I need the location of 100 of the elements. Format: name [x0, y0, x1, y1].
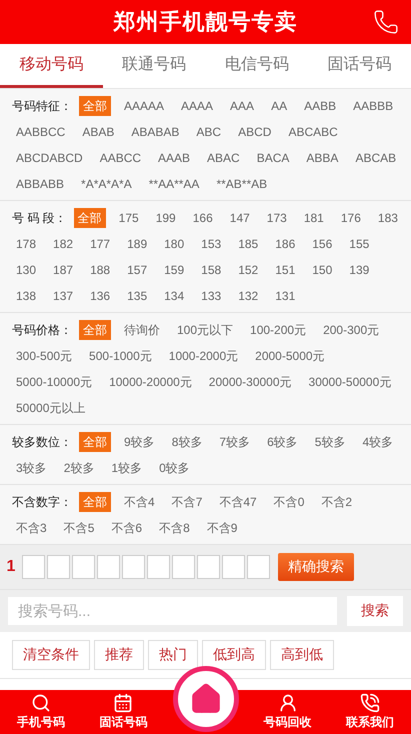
filter-option[interactable]: 30000-50000元: [304, 372, 396, 392]
filter-option[interactable]: ABAC: [203, 148, 244, 168]
filter-option[interactable]: 全部: [79, 96, 111, 116]
filter-option[interactable]: 135: [123, 286, 152, 306]
filter-option[interactable]: 7较多: [215, 432, 254, 452]
filter-option[interactable]: 全部: [79, 432, 111, 452]
filter-option[interactable]: 不含6: [107, 518, 146, 538]
filter-option[interactable]: 166: [188, 208, 217, 228]
filter-option[interactable]: 130: [12, 260, 40, 280]
filter-option[interactable]: 132: [234, 286, 262, 306]
digit-field[interactable]: [222, 555, 245, 579]
filter-option[interactable]: 199: [152, 208, 180, 228]
filter-option[interactable]: 147: [226, 208, 254, 228]
filter-option[interactable]: 300-500元: [12, 346, 76, 366]
filter-option[interactable]: 全部: [74, 208, 106, 228]
filter-option[interactable]: 153: [197, 234, 226, 254]
sort-button[interactable]: 高到低: [270, 640, 334, 670]
filter-option[interactable]: 不含7: [168, 492, 206, 512]
filter-option[interactable]: 187: [49, 260, 78, 280]
filter-option[interactable]: 156: [308, 234, 336, 254]
nav-item[interactable]: 号码回收: [246, 690, 329, 734]
filter-option[interactable]: 不含8: [155, 518, 194, 538]
digit-field[interactable]: [22, 555, 45, 579]
filter-option[interactable]: 189: [123, 234, 152, 254]
filter-option[interactable]: ABCDABCD: [12, 148, 87, 168]
filter-option[interactable]: 9较多: [120, 432, 159, 452]
filter-option[interactable]: 全部: [79, 320, 111, 340]
sort-button[interactable]: 低到高: [202, 640, 266, 670]
filter-option[interactable]: AAAB: [154, 148, 194, 168]
filter-option[interactable]: 182: [49, 234, 78, 254]
filter-option[interactable]: 131: [271, 286, 300, 306]
nav-item[interactable]: 手机号码: [0, 690, 82, 734]
filter-option[interactable]: 不含5: [60, 518, 98, 538]
filter-option[interactable]: AA: [267, 96, 292, 116]
filter-option[interactable]: 188: [86, 260, 114, 280]
filter-option[interactable]: 185: [234, 234, 262, 254]
filter-option[interactable]: 5000-10000元: [12, 372, 96, 392]
digit-field[interactable]: [247, 555, 270, 579]
filter-option[interactable]: 待询价: [120, 320, 164, 340]
filter-option[interactable]: AAAA: [177, 96, 218, 116]
search-field[interactable]: 搜索号码...: [8, 597, 337, 625]
filter-option[interactable]: 183: [374, 208, 402, 228]
filter-option[interactable]: 不含3: [12, 518, 51, 538]
filter-option[interactable]: 138: [12, 286, 40, 306]
filter-option[interactable]: 177: [86, 234, 114, 254]
phone-icon[interactable]: [373, 9, 399, 35]
filter-option[interactable]: 155: [345, 234, 374, 254]
filter-option[interactable]: 176: [336, 208, 365, 228]
digit-field[interactable]: [122, 555, 145, 579]
filter-option[interactable]: 2较多: [60, 458, 98, 478]
filter-option[interactable]: 200-300元: [319, 320, 384, 340]
sort-button[interactable]: 推荐: [94, 640, 144, 670]
filter-option[interactable]: ABAB: [78, 122, 118, 142]
search-button[interactable]: 搜索: [347, 596, 403, 626]
filter-option[interactable]: ABCAB: [351, 148, 400, 168]
filter-option[interactable]: 不含9: [202, 518, 242, 538]
filter-option[interactable]: 不含2: [317, 492, 356, 512]
filter-option[interactable]: 178: [12, 234, 40, 254]
filter-option[interactable]: 50000元以上: [12, 398, 90, 418]
filter-option[interactable]: *A*A*A*A: [77, 174, 136, 194]
filter-option[interactable]: 158: [197, 260, 226, 280]
filter-option[interactable]: 1较多: [107, 458, 146, 478]
filter-option[interactable]: ABABAB: [127, 122, 184, 142]
filter-option[interactable]: 151: [271, 260, 300, 280]
sort-button[interactable]: 热门: [148, 640, 198, 670]
sort-button[interactable]: 清空条件: [12, 640, 90, 670]
filter-option[interactable]: 500-1000元: [85, 346, 156, 366]
filter-option[interactable]: 3较多: [12, 458, 51, 478]
filter-option[interactable]: 157: [123, 260, 152, 280]
filter-option[interactable]: 20000-30000元: [204, 372, 296, 392]
filter-option[interactable]: AAA: [226, 96, 258, 116]
filter-option[interactable]: 2000-5000元: [251, 346, 329, 366]
filter-option[interactable]: 不含0: [270, 492, 308, 512]
nav-item[interactable]: 固话号码: [82, 690, 164, 734]
filter-option[interactable]: ABCABC: [284, 122, 342, 142]
filter-option[interactable]: BACA: [252, 148, 294, 168]
filter-option[interactable]: AABCC: [96, 148, 146, 168]
filter-option[interactable]: 10000-20000元: [105, 372, 196, 392]
filter-option[interactable]: AAAAA: [120, 96, 168, 116]
filter-option[interactable]: 175: [114, 208, 143, 228]
filter-option[interactable]: 4较多: [358, 432, 398, 452]
digit-field[interactable]: [197, 555, 220, 579]
filter-option[interactable]: 173: [262, 208, 291, 228]
filter-option[interactable]: AABBCC: [12, 122, 70, 142]
filter-option[interactable]: 136: [86, 286, 114, 306]
filter-option[interactable]: 152: [234, 260, 262, 280]
filter-option[interactable]: 137: [49, 286, 78, 306]
filter-option[interactable]: AABBB: [349, 96, 398, 116]
filter-option[interactable]: 1000-2000元: [164, 346, 242, 366]
filter-option[interactable]: 6较多: [263, 432, 302, 452]
filter-option[interactable]: 180: [160, 234, 188, 254]
filter-option[interactable]: 不含4: [120, 492, 159, 512]
filter-option[interactable]: 181: [300, 208, 328, 228]
filter-option[interactable]: 139: [345, 260, 374, 280]
digit-field[interactable]: [97, 555, 120, 579]
filter-option[interactable]: 8较多: [168, 432, 206, 452]
filter-option[interactable]: **AA**AA: [144, 174, 204, 194]
filter-option[interactable]: 186: [271, 234, 300, 254]
filter-option[interactable]: 5较多: [310, 432, 350, 452]
filter-option[interactable]: ABCD: [234, 122, 276, 142]
